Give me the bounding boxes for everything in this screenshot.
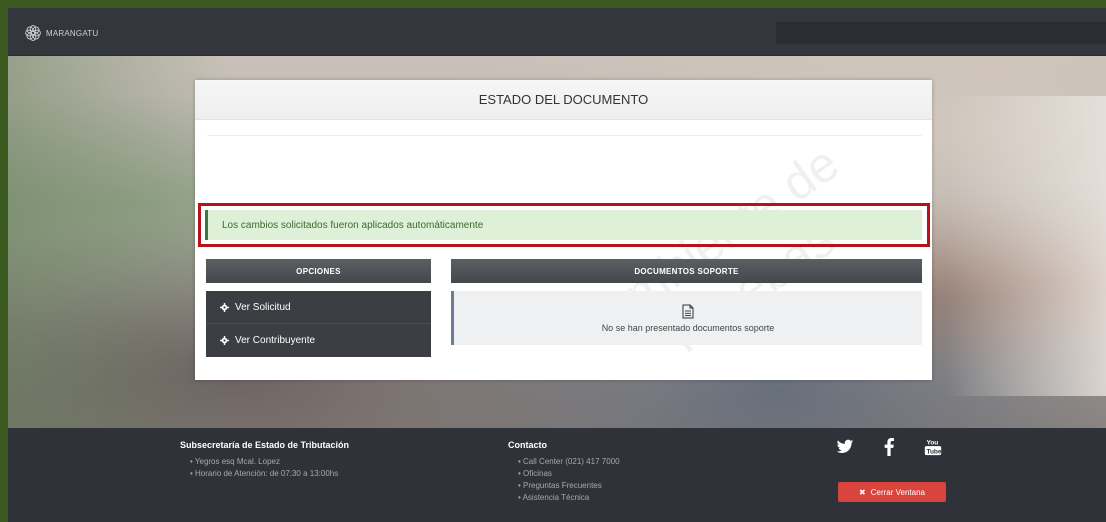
svg-text:You: You xyxy=(926,440,938,447)
footer-org-item: Horario de Atención: de 07:30 a 13:00hs xyxy=(190,468,349,480)
top-navbar: MARANGATU xyxy=(8,8,1106,56)
view-request-label: Ver Solicitud xyxy=(235,301,291,313)
close-icon: ✖ xyxy=(859,487,866,497)
footer-org-title: Subsecretaría de Estado de Tributación xyxy=(180,440,350,450)
twitter-icon[interactable] xyxy=(836,438,854,456)
documents-header: DOCUMENTOS SOPORTE xyxy=(451,259,922,283)
footer-contact-title: Contacto xyxy=(508,440,547,450)
footer-contact-link[interactable]: Asistencia Técnica xyxy=(518,492,620,504)
gear-icon xyxy=(220,302,229,312)
youtube-icon[interactable]: You Tube xyxy=(924,438,942,456)
footer-org-column: Subsecretaría de Estado de Tributación Y… xyxy=(180,440,349,480)
document-icon xyxy=(682,304,694,318)
footer-org-item: Yegros esq Mcal. Lopez xyxy=(190,456,349,468)
panel-title: ESTADO DEL DOCUMENTO xyxy=(195,80,932,120)
footer-contact-link[interactable]: Call Center (021) 417 7000 xyxy=(518,456,620,468)
flower-logo-icon xyxy=(25,25,41,41)
close-window-label: Cerrar Ventana xyxy=(870,487,925,497)
options-list: Ver Solicitud Ver Contribuyente xyxy=(206,291,431,357)
view-taxpayer-label: Ver Contribuyente xyxy=(235,335,316,346)
svg-text:Tube: Tube xyxy=(926,449,941,456)
gear-icon xyxy=(220,336,229,345)
document-status-panel: ESTADO DEL DOCUMENTO Ambiente de Pruebas… xyxy=(195,80,932,380)
success-alert: Los cambios solicitados fueron aplicados… xyxy=(205,210,922,240)
view-taxpayer-button[interactable]: Ver Contribuyente xyxy=(206,324,431,357)
social-links: You Tube xyxy=(836,438,942,456)
brand-logo[interactable]: MARANGATU xyxy=(24,24,98,42)
footer-contact-link[interactable]: Preguntas Frecuentes xyxy=(518,480,620,492)
close-window-button[interactable]: ✖ Cerrar Ventana xyxy=(838,482,946,502)
options-header: OPCIONES xyxy=(206,259,431,283)
documents-empty-message: No se han presentado documentos soporte xyxy=(601,322,775,333)
footer-contact-column: Contacto Call Center (021) 417 7000 Ofic… xyxy=(508,440,620,504)
app-frame: MARANGATU ESTADO DEL DOCUMENTO Ambiente … xyxy=(8,8,1106,522)
documents-empty-state: No se han presentado documentos soporte xyxy=(451,291,922,345)
footer-contact-link[interactable]: Oficinas xyxy=(518,468,620,480)
brand-name: MARANGATU xyxy=(46,28,99,38)
footer: Subsecretaría de Estado de Tributación Y… xyxy=(8,428,1106,522)
message-area xyxy=(207,135,922,199)
navbar-right-area xyxy=(776,22,1106,44)
facebook-icon[interactable] xyxy=(880,438,898,456)
view-request-button[interactable]: Ver Solicitud xyxy=(206,291,431,324)
